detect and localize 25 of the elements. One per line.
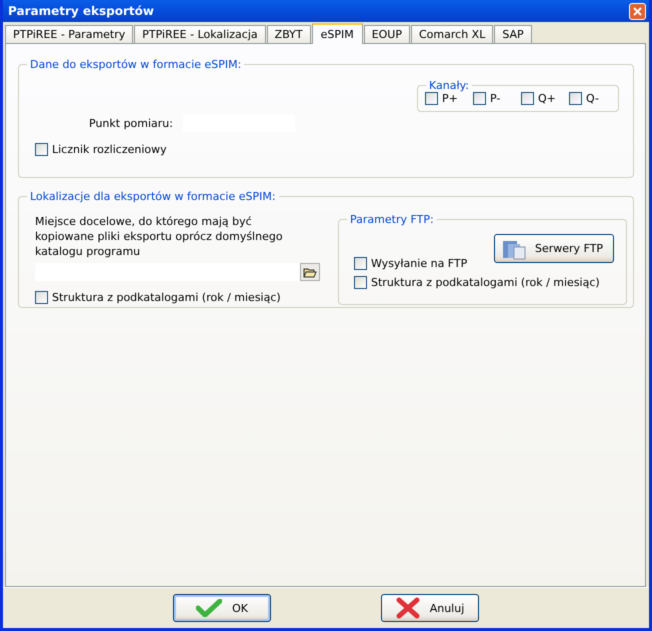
tab[interactable]: SAP bbox=[494, 25, 532, 43]
checkbox-label: Wysyłanie na FTP bbox=[371, 257, 468, 270]
checkbox-label: P+ bbox=[442, 92, 458, 105]
group-title: Parametry FTP: bbox=[349, 213, 435, 226]
tab[interactable]: PTPiREE - Parametry bbox=[5, 25, 134, 43]
window-title: Parametry eksportów bbox=[8, 4, 154, 18]
group-title: Dane do eksportów w formacie eSPIM: bbox=[29, 58, 242, 71]
checkbox-label: Struktura z podkatalogami (rok / miesiąc) bbox=[371, 276, 600, 289]
ok-button[interactable]: OK bbox=[173, 594, 271, 622]
checkbox-label: Struktura z podkatalogami (rok / miesiąc) bbox=[52, 291, 281, 304]
group-title: Lokalizacje dla eksportów w formacie eSPIM: bbox=[29, 190, 277, 203]
tab[interactable]: eSPIM bbox=[312, 23, 363, 44]
description-text: Miejsce docelowe, do którego mają być kopiowane pliki eksportu oprócz domyślnego katalogu programu bbox=[35, 214, 284, 259]
checkbox-label: Licznik rozliczeniowy bbox=[52, 143, 167, 156]
tab[interactable]: EOUP bbox=[364, 25, 410, 43]
checkbox-label: P- bbox=[490, 92, 500, 105]
group-title: Kanały: bbox=[428, 79, 470, 92]
tab[interactable]: Comarch XL bbox=[411, 25, 494, 43]
servers-button[interactable]: Serwery FTP bbox=[494, 234, 614, 263]
tab[interactable]: ZBYT bbox=[266, 25, 311, 43]
checkbox-label: Q+ bbox=[538, 92, 556, 105]
cancel-button[interactable]: Anuluj bbox=[381, 594, 479, 622]
checkbox-label: Q- bbox=[586, 92, 599, 105]
tab[interactable]: PTPiREE - Lokalizacja bbox=[134, 25, 266, 43]
field-label: Punkt pomiaru: bbox=[89, 117, 173, 130]
